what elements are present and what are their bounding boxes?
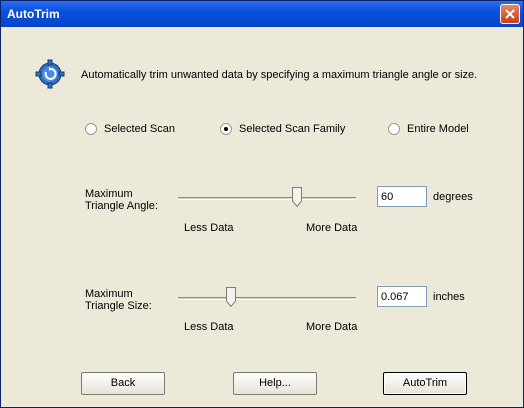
size-more-data: More Data [306, 321, 358, 333]
angle-label-line2: Triangle Angle: [85, 200, 158, 212]
gear-icon [35, 59, 65, 89]
angle-label-line1: Maximum [85, 188, 133, 200]
dialog-body [4, 27, 520, 406]
radio-label: Selected Scan [104, 123, 175, 135]
size-label-line2: Triangle Size: [85, 300, 152, 312]
size-less-data: Less Data [184, 321, 234, 333]
autotrim-button[interactable]: AutoTrim [383, 372, 467, 395]
close-icon [505, 9, 515, 19]
size-value-input[interactable] [377, 286, 427, 307]
radio-circle[interactable] [85, 123, 97, 135]
angle-slider-thumb[interactable] [292, 187, 303, 207]
radio-selected-scan[interactable]: Selected Scan [85, 123, 175, 135]
back-button[interactable]: Back [81, 372, 165, 395]
radio-circle[interactable] [388, 123, 400, 135]
angle-less-data: Less Data [184, 222, 234, 234]
angle-slider-track[interactable] [178, 197, 356, 200]
close-button[interactable] [500, 4, 520, 24]
radio-circle[interactable] [220, 123, 232, 135]
size-unit: inches [433, 291, 465, 303]
size-label-line1: Maximum [85, 288, 133, 300]
radio-label: Entire Model [407, 123, 469, 135]
title-bar[interactable]: AutoTrim [1, 1, 523, 27]
window-title: AutoTrim [7, 7, 60, 21]
radio-entire-model[interactable]: Entire Model [388, 123, 469, 135]
help-button[interactable]: Help... [233, 372, 317, 395]
autotrim-dialog: AutoTrim Automatically trim unwanted dat… [0, 0, 524, 408]
radio-selected-scan-family[interactable]: Selected Scan Family [220, 123, 345, 135]
radio-label: Selected Scan Family [239, 123, 346, 135]
angle-more-data: More Data [306, 222, 358, 234]
angle-unit: degrees [433, 191, 473, 203]
description-text: Automatically trim unwanted data by spec… [81, 69, 478, 81]
size-slider-thumb[interactable] [226, 287, 237, 307]
size-slider-track[interactable] [178, 297, 356, 300]
angle-value-input[interactable] [377, 186, 427, 207]
